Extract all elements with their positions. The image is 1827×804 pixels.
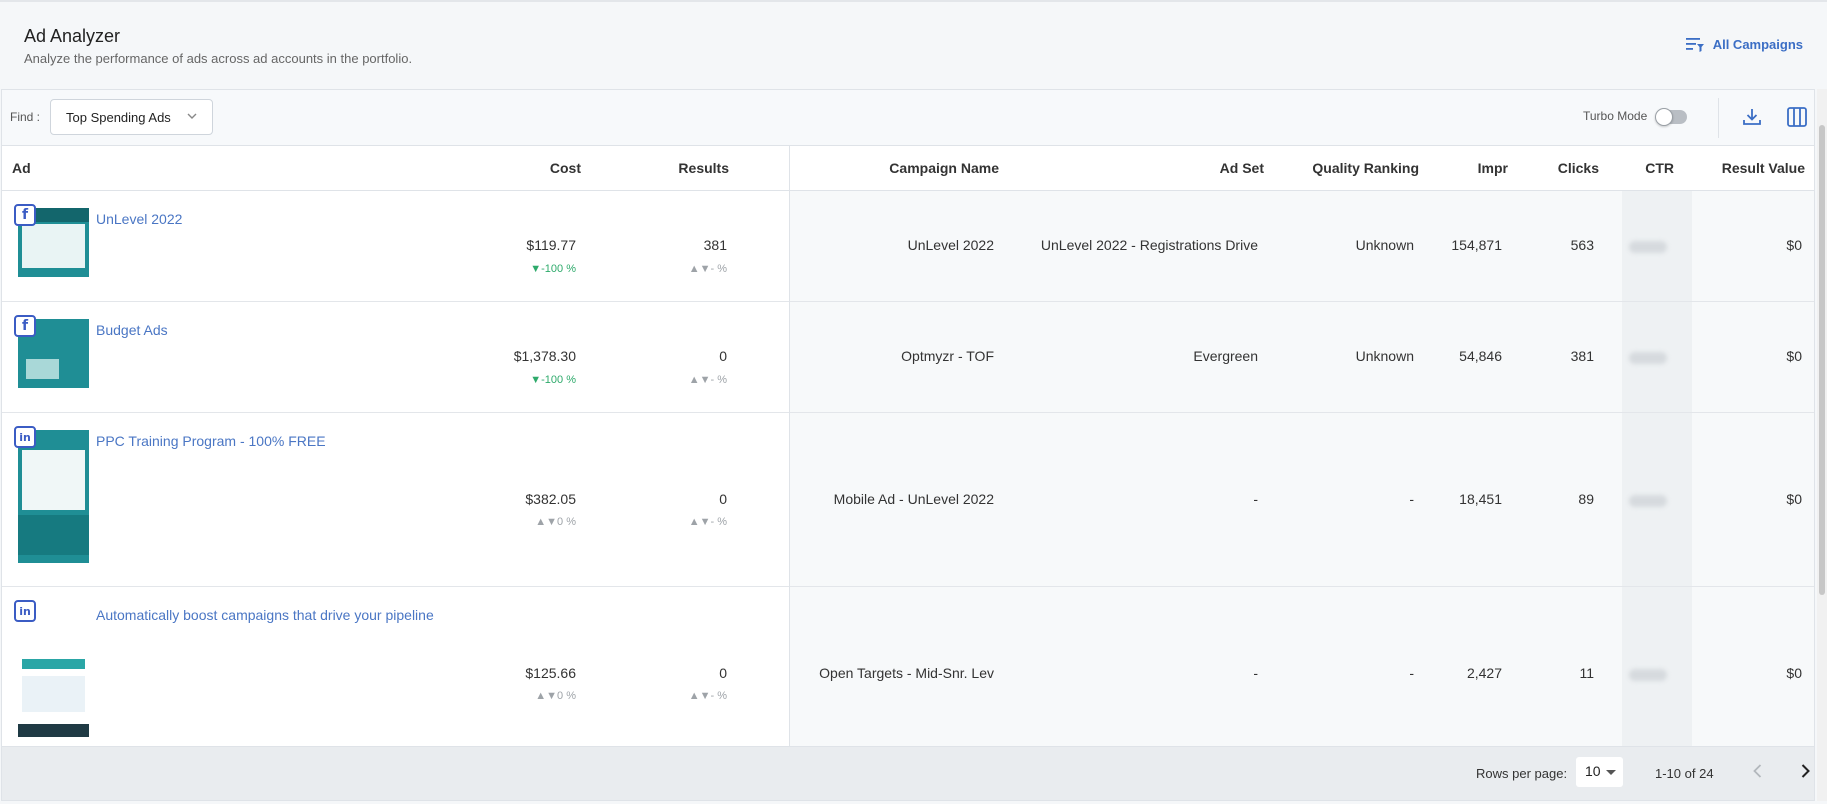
download-icon[interactable] [1741,106,1763,128]
column-header-campaign-name[interactable]: Campaign Name [889,160,999,176]
column-header-ad[interactable]: Ad [12,160,31,176]
ad-name-link[interactable]: PPC Training Program - 100% FREE [96,433,326,449]
quality-ranking: Unknown [1355,348,1414,364]
find-select[interactable]: Top Spending Ads [50,99,213,135]
cost-delta: ▲▼0 % [535,516,576,528]
column-header-result-value[interactable]: Result Value [1722,160,1805,176]
toggle-knob [1655,108,1673,126]
page-header: Ad Analyzer Analyze the performance of a… [0,4,1827,88]
table-pagination: Rows per page: 10 1-10 of 24 [2,746,1814,800]
impr-value: 2,427 [1466,665,1502,681]
scrollbar-thumb[interactable] [1819,125,1825,595]
linkedin-icon: in [14,600,36,622]
page-subtitle: Analyze the performance of ads across ad… [24,51,413,66]
table-row[interactable]: in Automatically boost campaigns that dr… [2,587,1814,746]
facebook-icon: f [14,204,36,226]
cost-delta: ▲▼0 % [535,690,576,702]
all-campaigns-button[interactable]: All Campaigns [1685,34,1803,54]
results-delta: ▲▼- % [688,374,727,386]
column-header-results[interactable]: Results [678,160,729,176]
clicks-value: 563 [1570,237,1594,253]
campaign-name: Optmyzr - TOF [901,348,994,364]
toolbar-divider [1718,98,1719,138]
all-campaigns-label: All Campaigns [1712,36,1803,52]
rows-per-page-label: Rows per page: [1476,766,1568,781]
cost-value: $1,378.30 [513,348,576,364]
result-value: $0 [1786,348,1802,364]
cost-delta: ▼-100 % [530,374,576,386]
ad-name-link[interactable]: Budget Ads [96,322,168,338]
clicks-value: 381 [1570,348,1594,364]
results-delta: ▲▼- % [688,690,727,702]
ad-set: - [1253,491,1258,507]
table-toolbar: Find : Top Spending Ads Turbo Mode [2,90,1814,146]
result-value: $0 [1786,237,1802,253]
campaign-name: UnLevel 2022 [907,237,994,253]
ctr-value-blurred [1629,352,1667,364]
turbo-mode-toggle[interactable] [1655,108,1687,126]
results-value: 381 [703,237,727,253]
page-title: Ad Analyzer [24,26,121,46]
chevron-down-icon [187,113,197,119]
column-header-quality-ranking[interactable]: Quality Ranking [1312,160,1419,176]
turbo-mode-label: Turbo Mode [1583,109,1648,123]
columns-icon[interactable] [1786,106,1808,128]
ads-table-card: Find : Top Spending Ads Turbo Mode Ad Co… [1,89,1815,801]
vertical-scrollbar[interactable] [1817,89,1827,801]
chevron-left-icon[interactable] [1748,761,1768,781]
caret-down-icon [1606,770,1616,775]
ctr-value-blurred [1629,669,1667,681]
linkedin-icon: in [14,426,36,448]
ctr-value-blurred [1629,241,1667,253]
result-value: $0 [1786,491,1802,507]
ad-set: - [1253,665,1258,681]
table-row[interactable]: f Budget Ads $1,378.30 ▼-100 % 0 ▲▼- % O… [2,302,1814,413]
clicks-value: 11 [1579,665,1594,681]
result-value: $0 [1786,665,1802,681]
ad-set: Evergreen [1193,348,1258,364]
results-value: 0 [719,665,727,681]
table-row[interactable]: in PPC Training Program - 100% FREE $382… [2,413,1814,587]
column-header-cost[interactable]: Cost [550,160,581,176]
filter-list-icon [1685,38,1704,52]
ad-name-link[interactable]: Automatically boost campaigns that drive… [96,607,434,623]
column-header-ctr[interactable]: CTR [1645,160,1674,176]
rows-per-page-select[interactable]: 10 [1576,757,1623,787]
cost-value: $382.05 [525,491,576,507]
cost-value: $119.77 [526,237,576,253]
ad-thumbnail [18,430,89,563]
ad-analyzer-page: Ad Analyzer Analyze the performance of a… [0,0,1827,804]
results-value: 0 [719,348,727,364]
impr-value: 18,451 [1459,491,1502,507]
column-header-clicks[interactable]: Clicks [1558,160,1599,176]
campaign-name: Open Targets - Mid-Snr. Lev [819,665,994,681]
ad-name-link[interactable]: UnLevel 2022 [96,211,182,227]
column-header-ad-set[interactable]: Ad Set [1220,160,1264,176]
find-select-value: Top Spending Ads [66,109,171,125]
impr-value: 154,871 [1451,237,1502,253]
campaign-name: Mobile Ad - UnLevel 2022 [833,491,994,507]
clicks-value: 89 [1578,491,1594,507]
rows-per-page-value: 10 [1585,763,1601,779]
ad-set: UnLevel 2022 - Registrations Drive [1040,237,1258,253]
results-value: 0 [719,491,727,507]
pagination-range: 1-10 of 24 [1655,766,1714,781]
impr-value: 54,846 [1459,348,1502,364]
ad-thumbnail [18,604,89,737]
quality-ranking: - [1409,491,1414,507]
find-label: Find : [10,110,41,124]
facebook-icon: f [14,315,36,337]
chevron-right-icon[interactable] [1795,761,1815,781]
quality-ranking: - [1409,665,1414,681]
table-header: Ad Cost Results Campaign Name Ad Set Qua… [2,146,1814,191]
column-header-impr[interactable]: Impr [1478,160,1508,176]
quality-ranking: Unknown [1355,237,1414,253]
cost-delta: ▼-100 % [530,263,576,275]
ctr-value-blurred [1629,495,1667,507]
frozen-columns-divider [789,146,790,746]
results-delta: ▲▼- % [688,516,727,528]
cost-value: $125.66 [525,665,576,681]
results-delta: ▲▼- % [688,263,727,275]
table-row[interactable]: f UnLevel 2022 $119.77 ▼-100 % 381 ▲▼- %… [2,191,1814,302]
